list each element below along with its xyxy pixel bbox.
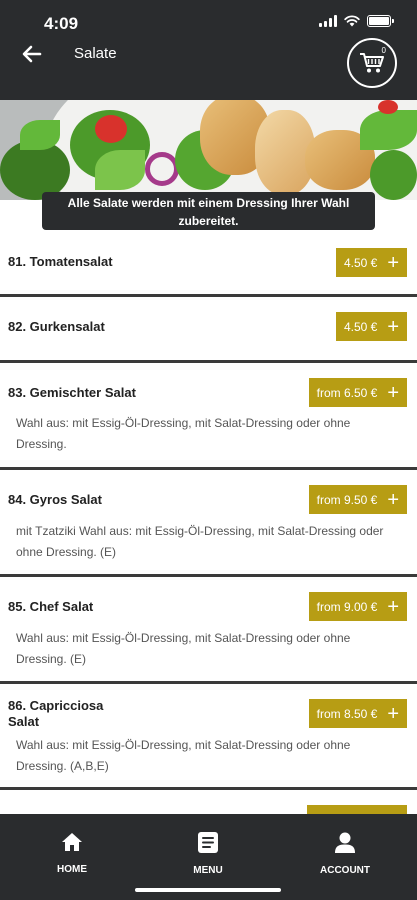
item-name: 86. Capricciosa Salat xyxy=(8,698,104,729)
menu-item-82[interactable]: 82. Gurkensalat 4.50 € + xyxy=(0,300,417,363)
item-description: Wahl aus: mit Essig-Öl-Dressing, mit Sal… xyxy=(16,738,351,773)
home-icon xyxy=(62,833,82,851)
menu-item-86[interactable]: 86. Capricciosa Salat from 8.50 € + Wahl… xyxy=(0,687,417,790)
dressing-info-banner: Alle Salate werden mit einem Dressing Ih… xyxy=(42,192,375,230)
nav-label: ACCOUNT xyxy=(320,865,370,876)
item-price: from 8.50 € xyxy=(316,706,378,721)
add-to-cart-button[interactable]: 4.50 € + xyxy=(335,248,407,277)
menu-item-81[interactable]: 81. Tomatensalat 4.50 € + xyxy=(0,235,417,297)
item-price: 4.50 € xyxy=(343,319,378,334)
menu-item-83[interactable]: 83. Gemischter Salat from 6.50 € + Wahl … xyxy=(0,366,417,470)
item-name: 83. Gemischter Salat xyxy=(8,385,136,400)
cart-button[interactable]: 0 xyxy=(347,38,397,88)
plus-icon: + xyxy=(387,595,399,618)
item-description: mit Tzatziki Wahl aus: mit Essig-Öl-Dres… xyxy=(16,524,384,559)
salad-hero-image xyxy=(0,100,417,200)
menu-item-84[interactable]: 84. Gyros Salat from 9.50 € + mit Tzatzi… xyxy=(0,473,417,577)
signal-icon xyxy=(319,15,337,27)
item-description: Wahl aus: mit Essig-Öl-Dressing, mit Sal… xyxy=(16,416,351,451)
item-name: 85. Chef Salat xyxy=(8,599,94,614)
nav-account[interactable]: ACCOUNT xyxy=(300,832,390,876)
home-indicator xyxy=(135,888,281,892)
add-to-cart-button[interactable]: from 6.50 € + xyxy=(308,378,407,407)
nav-label: HOME xyxy=(57,864,87,875)
add-to-cart-button[interactable]: 4.50 € + xyxy=(335,312,407,341)
item-description: Wahl aus: mit Essig-Öl-Dressing, mit Sal… xyxy=(16,631,351,666)
page-title: Salate xyxy=(74,45,117,62)
plus-icon: + xyxy=(387,381,399,404)
plus-icon: + xyxy=(387,251,399,274)
add-to-cart-button[interactable]: from 8.50 € + xyxy=(308,699,407,728)
nav-home[interactable]: HOME xyxy=(27,832,117,875)
arrow-left-icon xyxy=(22,45,42,63)
status-icons xyxy=(319,15,394,27)
app-header: 4:09 Salate 0 xyxy=(0,0,417,100)
add-to-cart-button[interactable]: from 9.00 € + xyxy=(308,592,407,621)
status-time: 4:09 xyxy=(44,14,79,33)
nav-menu[interactable]: MENU xyxy=(163,832,253,876)
back-button[interactable] xyxy=(18,40,46,68)
item-price: from 9.00 € xyxy=(316,599,378,614)
account-icon xyxy=(335,832,355,853)
item-price: 4.50 € xyxy=(343,255,378,270)
nav-label: MENU xyxy=(193,865,223,876)
plus-icon: + xyxy=(387,702,399,725)
battery-icon xyxy=(367,15,394,27)
plus-icon: + xyxy=(387,315,399,338)
add-to-cart-button[interactable]: from 9.50 € + xyxy=(308,485,407,514)
item-name: 82. Gurkensalat xyxy=(8,319,105,334)
item-price: from 9.50 € xyxy=(316,492,378,507)
plus-icon: + xyxy=(387,488,399,511)
menu-item-85[interactable]: 85. Chef Salat from 9.00 € + Wahl aus: m… xyxy=(0,580,417,684)
cart-count-badge: 0 xyxy=(381,46,386,55)
wifi-icon xyxy=(344,15,360,27)
item-price: from 6.50 € xyxy=(316,385,378,400)
item-name: 84. Gyros Salat xyxy=(8,492,102,507)
item-name: 81. Tomatensalat xyxy=(8,254,113,269)
menu-icon xyxy=(198,832,218,853)
